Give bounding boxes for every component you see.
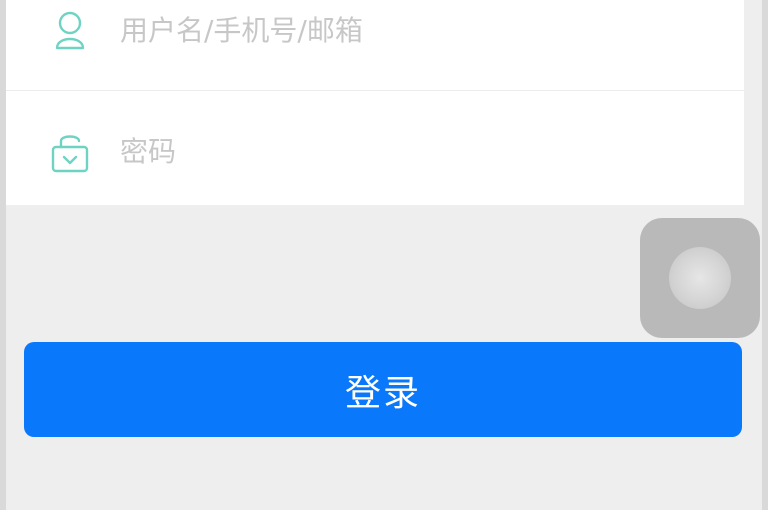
username-row <box>6 0 744 91</box>
lock-icon <box>46 128 94 176</box>
login-button[interactable]: 登录 <box>24 342 742 437</box>
password-row <box>6 91 744 205</box>
assistive-touch-button[interactable] <box>640 218 760 338</box>
login-form-card <box>6 0 744 205</box>
user-icon <box>46 6 94 54</box>
assistive-touch-icon <box>669 247 731 309</box>
password-input[interactable] <box>120 127 680 175</box>
username-input[interactable] <box>120 6 680 54</box>
